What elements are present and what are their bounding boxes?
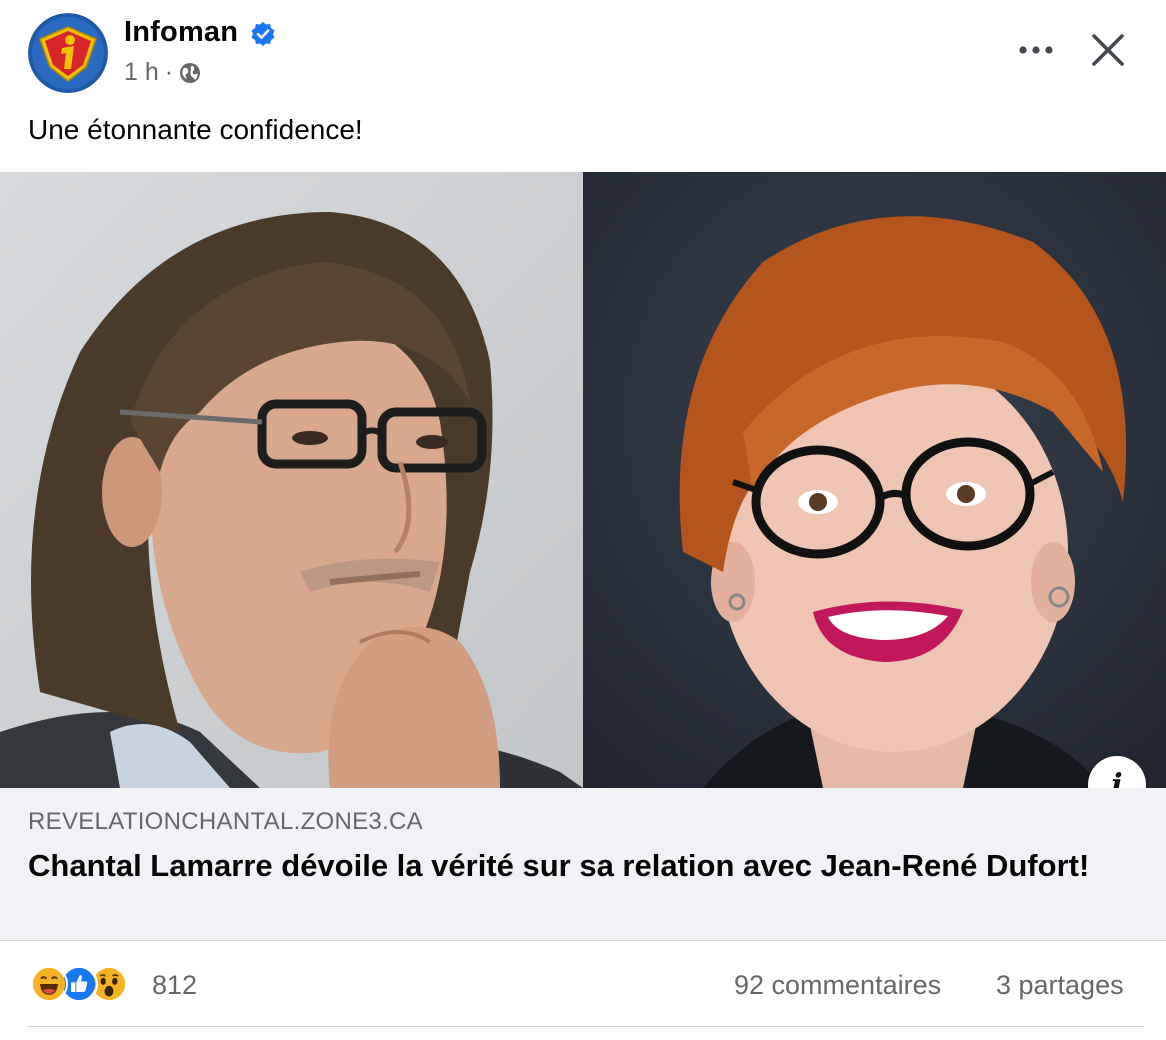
link-domain: REVELATIONCHANTAL.ZONE3.CA	[28, 808, 423, 835]
man-portrait-photo	[0, 172, 583, 788]
more-options-icon	[1019, 46, 1053, 54]
footer-divider	[28, 1026, 1144, 1027]
woman-portrait-photo	[583, 172, 1166, 788]
infoman-logo	[28, 13, 108, 93]
shares-count-link[interactable]: 3 partages	[996, 970, 1124, 1001]
verified-badge-icon	[251, 22, 275, 46]
link-preview-image[interactable]	[0, 172, 1166, 788]
post-caption: Une étonnante confidence!	[28, 114, 363, 145]
engagement-bar: 812 92 commentaires 3 partages	[0, 942, 1166, 1040]
close-button[interactable]	[1082, 24, 1134, 76]
post-meta: 1 h ·	[124, 58, 201, 87]
post-time[interactable]: 1 h	[124, 58, 159, 87]
post-header: Infoman 1 h · Une étonnante confidence!	[0, 0, 1166, 172]
page-avatar[interactable]	[28, 13, 108, 93]
globe-icon	[180, 62, 201, 83]
reaction-count[interactable]: 812	[152, 970, 197, 1001]
haha-icon	[30, 965, 68, 1003]
reaction-summary[interactable]	[30, 964, 128, 1004]
more-options-button[interactable]	[1012, 28, 1060, 72]
meta-separator: ·	[164, 58, 174, 86]
page-name[interactable]: Infoman	[124, 16, 238, 49]
comments-count-link[interactable]: 92 commentaires	[734, 970, 941, 1001]
close-icon	[1092, 34, 1124, 66]
link-preview[interactable]: REVELATIONCHANTAL.ZONE3.CA Chantal Lamar…	[0, 788, 1166, 941]
link-title: Chantal Lamarre dévoile la vérité sur sa…	[28, 848, 1090, 883]
